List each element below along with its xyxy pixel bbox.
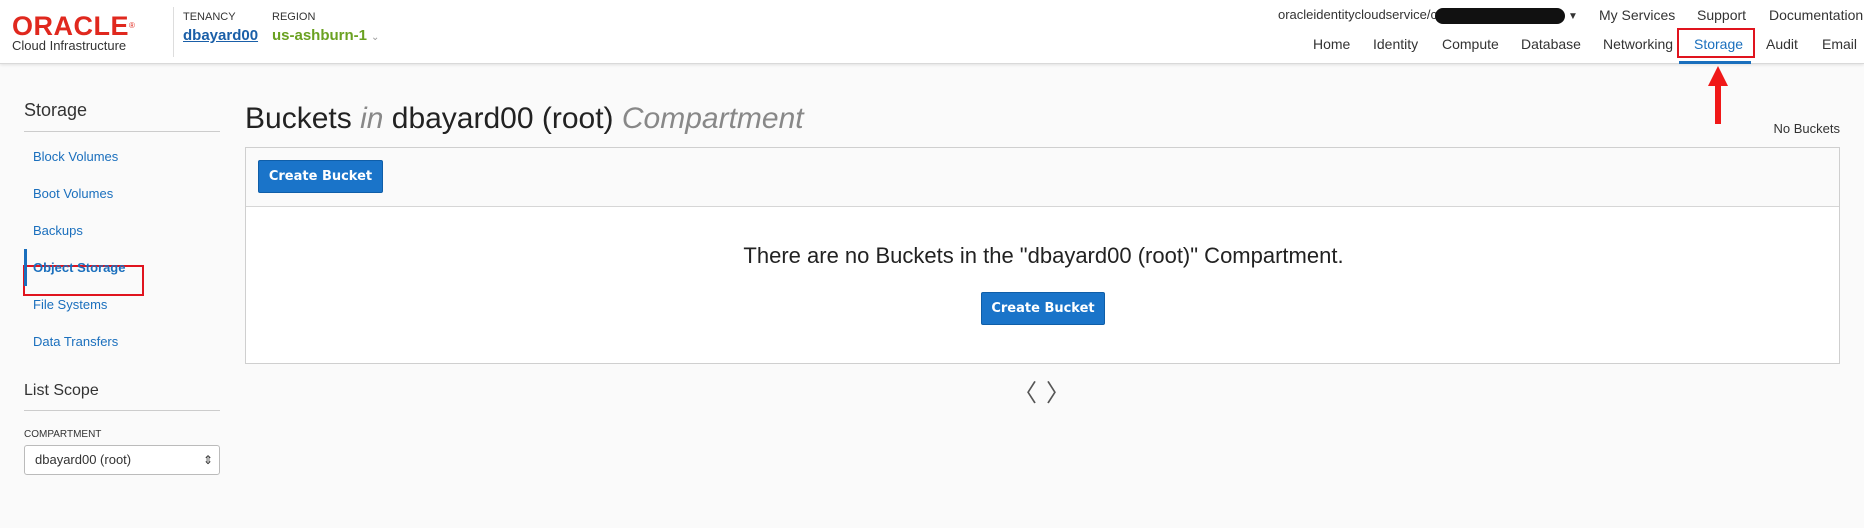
tab-home[interactable]: Home <box>1313 36 1350 52</box>
panel-toolbar: Create Bucket <box>246 148 1839 207</box>
chevron-down-icon: ⌄ <box>371 32 380 43</box>
sidebar-item-object-storage[interactable]: Object Storage <box>24 249 220 286</box>
sidebar-item-backups[interactable]: Backups <box>24 212 220 249</box>
compartment-value: dbayard00 (root) <box>35 452 132 467</box>
buckets-panel: Create Bucket There are no Buckets in th… <box>245 147 1840 364</box>
empty-state-message: There are no Buckets in the "dbayard00 (… <box>743 243 1344 268</box>
top-header: ORACLE® Cloud Infrastructure TENANCY dba… <box>0 0 1864 64</box>
tab-identity[interactable]: Identity <box>1373 36 1418 52</box>
page-title: Buckets in dbayard00 (root) Compartment <box>245 102 804 135</box>
sidebar-item-boot-volumes[interactable]: Boot Volumes <box>24 175 220 212</box>
oracle-logo[interactable]: ORACLE® Cloud Infrastructure <box>12 12 135 53</box>
left-sidebar: Storage Block Volumes Boot Volumes Backu… <box>24 100 220 475</box>
header-divider <box>173 7 174 57</box>
active-tab-indicator <box>1679 61 1751 64</box>
select-chevrons-icon: ⇕ <box>202 453 213 467</box>
documentation-link[interactable]: Documentation <box>1769 7 1863 23</box>
create-bucket-button[interactable]: Create Bucket <box>258 160 383 193</box>
region-caption: REGION <box>272 11 316 23</box>
caret-down-icon: ▼ <box>1567 11 1578 22</box>
region-selector[interactable]: us-ashburn-1 ⌄ <box>272 27 379 44</box>
user-menu[interactable]: oracleidentitycloudservice/c ▼ <box>1278 7 1578 24</box>
logo-wordmark: ORACLE® <box>12 11 136 41</box>
user-name: oracleidentitycloudservice/c <box>1278 7 1437 22</box>
next-page-icon[interactable]: 〉 <box>1046 373 1070 408</box>
support-link[interactable]: Support <box>1697 7 1746 23</box>
tab-email[interactable]: Email <box>1822 36 1857 52</box>
list-scope-title: List Scope <box>24 382 220 411</box>
region-group: REGION us-ashburn-1 ⌄ <box>272 11 379 45</box>
sidebar-nav: Block Volumes Boot Volumes Backups Objec… <box>24 138 220 360</box>
storage-tab-highlight <box>1677 28 1755 58</box>
red-arrow-icon <box>1708 66 1728 124</box>
sidebar-item-data-transfers[interactable]: Data Transfers <box>24 323 220 360</box>
redacted-scribble <box>1434 7 1565 24</box>
tab-database[interactable]: Database <box>1521 36 1581 52</box>
compartment-select[interactable]: dbayard00 (root) ⇕ <box>24 445 220 475</box>
sidebar-item-file-systems[interactable]: File Systems <box>24 286 220 323</box>
tenancy-link[interactable]: dbayard00 <box>183 27 258 44</box>
logo-subtitle: Cloud Infrastructure <box>12 38 127 53</box>
bucket-count: No Buckets <box>1773 121 1840 136</box>
prev-page-icon[interactable]: 〈 <box>1013 373 1037 408</box>
sidebar-item-block-volumes[interactable]: Block Volumes <box>24 138 220 175</box>
sidebar-title: Storage <box>24 100 220 132</box>
tenancy-caption: TENANCY <box>183 11 236 23</box>
tab-compute[interactable]: Compute <box>1442 36 1499 52</box>
tab-networking[interactable]: Networking <box>1603 36 1673 52</box>
empty-create-bucket-button[interactable]: Create Bucket <box>981 292 1105 325</box>
region-value: us-ashburn-1 <box>272 27 368 44</box>
my-services-link[interactable]: My Services <box>1599 7 1675 23</box>
tenancy-group: TENANCY dbayard00 <box>183 11 258 45</box>
tab-audit[interactable]: Audit <box>1766 36 1798 52</box>
compartment-label: COMPARTMENT <box>24 429 102 440</box>
